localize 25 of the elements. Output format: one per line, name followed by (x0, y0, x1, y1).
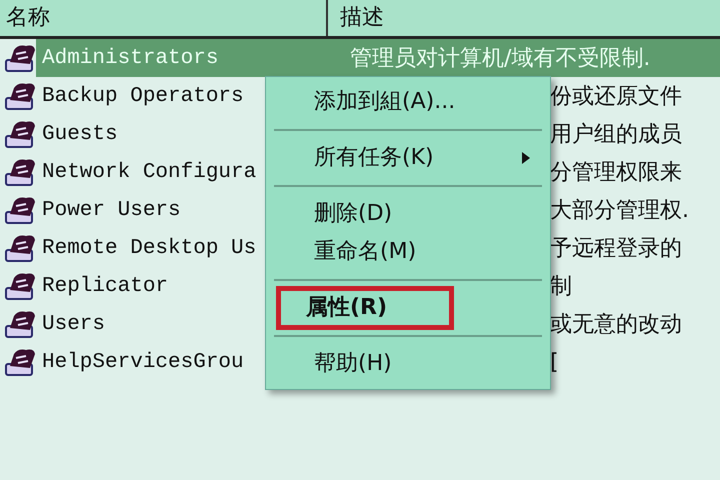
menu-item[interactable]: 添加到組(A)... (274, 83, 542, 121)
menu-item[interactable]: 所有任务(K) (274, 139, 542, 177)
group-description: 管理员对计算机/域有不受限制. (350, 45, 650, 73)
menu-item[interactable]: 帮助(H) (274, 345, 542, 383)
group-name[interactable]: Backup Operators (38, 82, 248, 110)
group-name[interactable]: Users (38, 310, 110, 338)
group-description: 份或还原文件 (550, 83, 682, 111)
group-name[interactable]: HelpServicesGrou (38, 348, 248, 376)
group-description: 用户组的成员 (550, 121, 682, 149)
group-description: 分管理权限来 (550, 159, 682, 187)
group-name[interactable]: Power Users (38, 196, 185, 224)
menu-item[interactable]: 属性(R) (279, 289, 451, 327)
group-description: 制 (550, 273, 572, 301)
group-description: 或无意的改动 (550, 311, 682, 339)
group-name[interactable]: Guests (38, 120, 122, 148)
menu-item[interactable]: 重命名(M) (274, 233, 542, 271)
group-description: 大部分管理权. (550, 197, 689, 225)
menu-item[interactable]: 删除(D) (274, 195, 542, 233)
group-name[interactable]: Remote Desktop Us (38, 234, 260, 262)
column-header[interactable]: 描述 (328, 0, 384, 36)
group-description: 予远程登录的 (550, 235, 682, 263)
column-header[interactable]: 名称 (0, 0, 328, 36)
group-name[interactable]: Replicator (38, 272, 172, 300)
group-description: [ (550, 350, 559, 374)
group-name[interactable]: Network Configura (38, 158, 260, 186)
